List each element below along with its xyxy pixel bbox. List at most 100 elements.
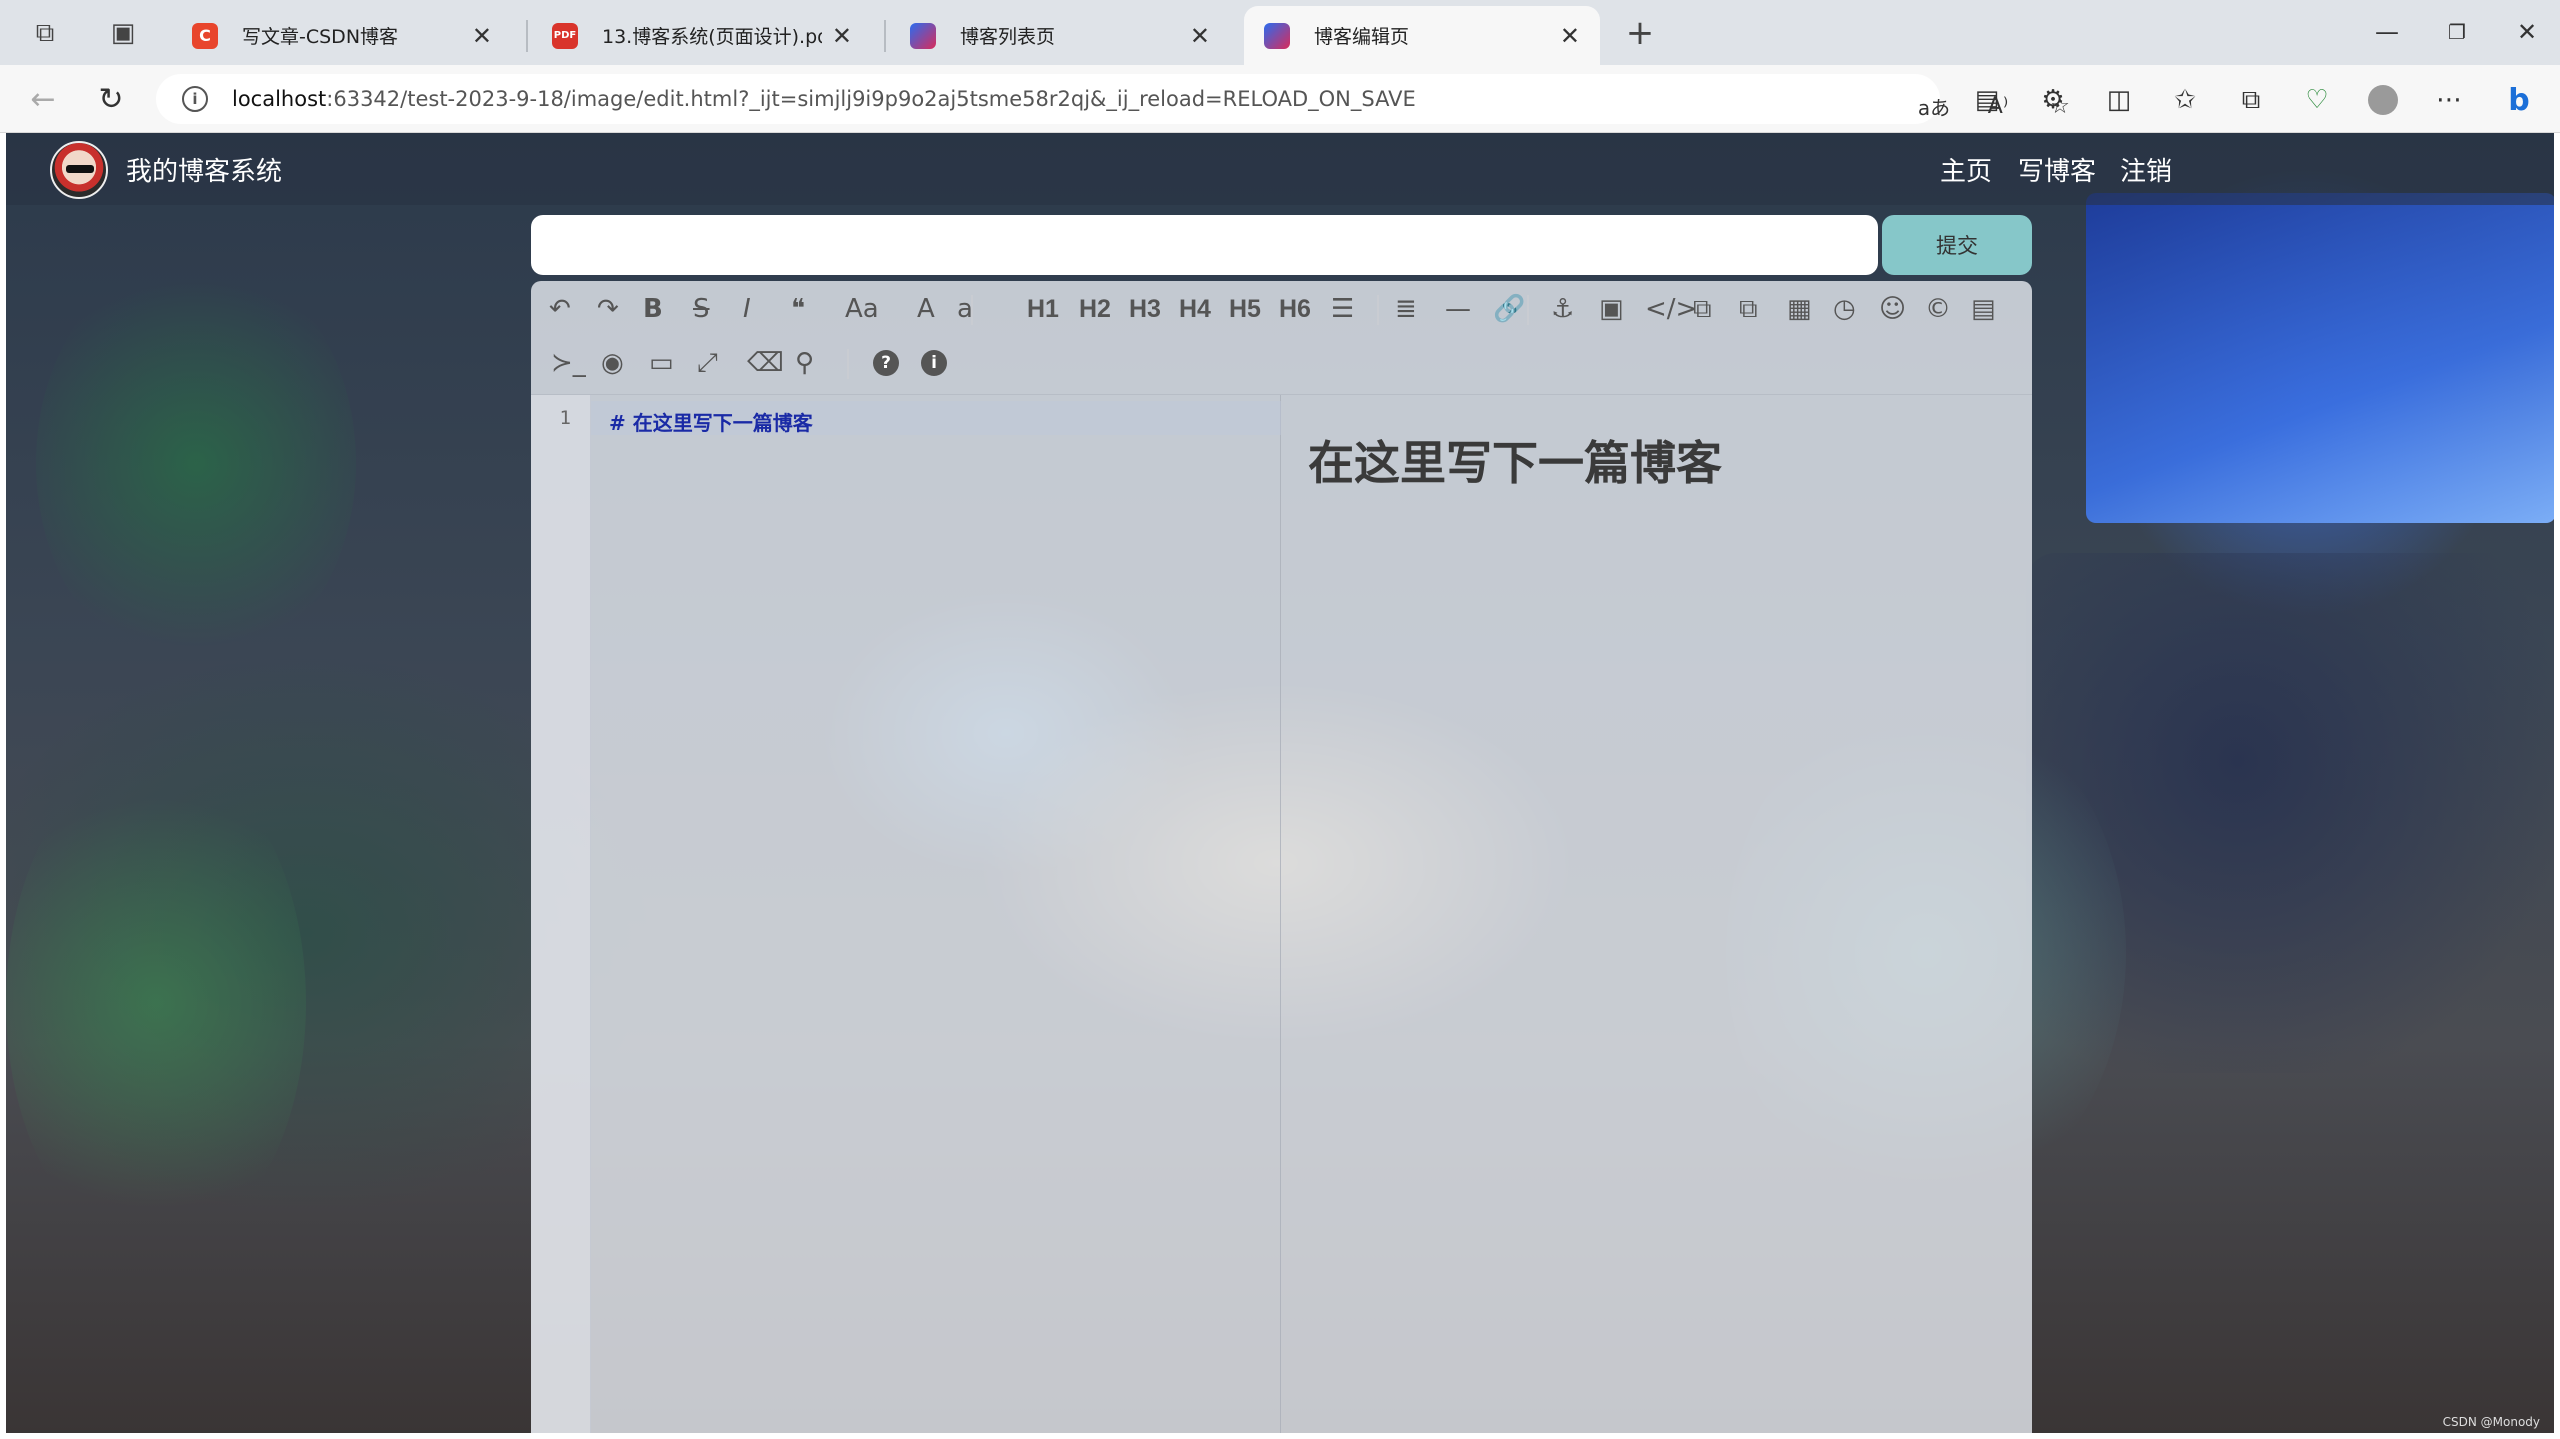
submit-button[interactable]: 提交 xyxy=(1882,215,2032,275)
tab-title: 博客编辑页 xyxy=(1314,26,1410,48)
jetbrains-icon xyxy=(1264,22,1290,49)
back-icon[interactable]: ← xyxy=(18,74,68,124)
translate-icon[interactable]: aあ xyxy=(1912,84,1956,128)
anchor-icon[interactable]: ⚓ xyxy=(1551,287,1574,331)
tab-blog-edit[interactable]: 博客编辑页 ✕ xyxy=(1244,6,1600,65)
split-screen-icon[interactable]: ◫ xyxy=(2096,77,2142,123)
toolbar-separator xyxy=(971,295,973,325)
ordered-list-icon[interactable]: ≣ xyxy=(1395,287,1417,331)
nav-link-logout[interactable]: 注销 xyxy=(2120,151,2172,188)
table-icon[interactable]: ▦ xyxy=(1787,287,1812,331)
profile-avatar-icon[interactable] xyxy=(2360,77,2406,123)
code-icon[interactable]: </> xyxy=(1645,287,1697,331)
emoji-icon[interactable]: ☺ xyxy=(1879,287,1906,331)
tab-title: 写文章-CSDN博客 xyxy=(242,26,399,48)
quote-icon[interactable]: ❝ xyxy=(791,287,805,331)
background-night-window xyxy=(2086,193,2554,523)
help-icon[interactable]: ? xyxy=(873,350,899,376)
site-title: 我的博客系统 xyxy=(126,157,283,187)
close-icon[interactable]: ✕ xyxy=(472,22,492,50)
toolbar-separator xyxy=(1527,295,1529,325)
tab-separator xyxy=(526,20,528,52)
clear-icon[interactable]: ⌫ xyxy=(747,341,784,385)
pagebreak-icon[interactable]: ▤ xyxy=(1971,287,1996,331)
bing-copilot-icon[interactable]: b xyxy=(2496,77,2542,123)
editor-code-pane[interactable]: 1 # 在这里写下一篇博客 xyxy=(531,395,1281,1433)
markdown-source-line[interactable]: # 在这里写下一篇博客 xyxy=(609,407,813,436)
tab-separator xyxy=(884,20,886,52)
browser-essentials-icon[interactable]: ♡ xyxy=(2294,77,2340,123)
browser-tab-strip: ⧉ ▣ C 写文章-CSDN博客 ✕ PDF 13.博客系统(页面设计).pdf… xyxy=(0,0,2560,65)
more-menu-icon[interactable]: ⋯ xyxy=(2426,77,2472,123)
editor-preview-pane: 在这里写下一篇博客 xyxy=(1282,395,2032,1433)
strikethrough-icon[interactable]: S xyxy=(693,287,710,331)
address-bar[interactable]: i localhost:63342/test-2023-9-18/image/e… xyxy=(156,74,2070,124)
toolbar-separator xyxy=(1377,295,1379,325)
tab-actions-icon[interactable]: ▣ xyxy=(98,8,148,58)
blog-title-input[interactable] xyxy=(531,215,1878,275)
restore-icon[interactable]: ❐ xyxy=(2422,8,2492,56)
info-icon[interactable]: i xyxy=(921,350,947,376)
preformatted-icon[interactable]: ⧉ xyxy=(1739,287,1758,331)
fullscreen-icon[interactable]: ⤢ xyxy=(697,341,718,385)
image-icon[interactable]: ▣ xyxy=(1599,287,1624,331)
watermark: CSDN @Monody xyxy=(2442,1415,2540,1429)
collections-icon[interactable]: ⧉ xyxy=(2228,77,2274,123)
goto-line-icon[interactable]: ≻_ xyxy=(551,341,586,385)
site-logo-avatar xyxy=(50,141,108,199)
redo-icon[interactable]: ↷ xyxy=(597,287,619,331)
preview-icon[interactable]: ▭ xyxy=(649,341,674,385)
minimize-icon[interactable]: — xyxy=(2352,8,2422,56)
tab-blog-list[interactable]: 博客列表页 ✕ xyxy=(890,6,1230,65)
uppercase-icon[interactable]: Aa xyxy=(845,287,879,331)
close-icon[interactable]: ✕ xyxy=(1560,22,1580,50)
heading-3[interactable]: H3 xyxy=(1129,287,1161,331)
heading-5[interactable]: H5 xyxy=(1229,287,1261,331)
tab-csdn[interactable]: C 写文章-CSDN博客 ✕ xyxy=(172,6,512,65)
search-icon[interactable]: ⚲ xyxy=(795,341,814,385)
editor-toolbar: ↶ ↷ B S I ❝ Aa Aa H1 H2 H3 H4 H5 H6 ☰ ≣ — 🔗 ⚓ ▣ </> ⧉ ⧉ ▦ ◷ ☺ © ▤ ≻_… xyxy=(531,281,2032,395)
favorites-icon[interactable]: ✩ xyxy=(2162,77,2208,123)
nav-link-write[interactable]: 写博客 xyxy=(2018,151,2096,188)
line-number-gutter: 1 xyxy=(531,395,591,1433)
heading-6[interactable]: H6 xyxy=(1279,287,1311,331)
heading-2[interactable]: H2 xyxy=(1079,287,1111,331)
nav-link-home[interactable]: 主页 xyxy=(1940,151,1992,188)
watch-icon[interactable]: ◉ xyxy=(601,341,624,385)
toolbar-separator xyxy=(847,349,849,379)
csdn-icon: C xyxy=(192,22,218,49)
close-icon[interactable]: ✕ xyxy=(832,22,852,50)
new-tab-icon[interactable]: + xyxy=(1615,8,1665,58)
heading-1[interactable]: H1 xyxy=(1027,287,1059,331)
jetbrains-icon xyxy=(910,22,936,49)
heading-4[interactable]: H4 xyxy=(1179,287,1211,331)
site-info-icon[interactable]: i xyxy=(182,86,208,112)
reading-list-icon[interactable]: ▤ xyxy=(1964,77,2010,123)
background-plant xyxy=(36,253,356,673)
close-icon[interactable]: ✕ xyxy=(1190,22,1210,50)
unordered-list-icon[interactable]: ☰ xyxy=(1331,287,1354,331)
html-entities-icon[interactable]: © xyxy=(1925,287,1951,331)
horizontal-rule-icon[interactable]: — xyxy=(1445,287,1471,331)
url-text: localhost:63342/test-2023-9-18/image/edi… xyxy=(232,87,1416,111)
italic-icon[interactable]: I xyxy=(743,287,751,331)
workspaces-icon[interactable]: ⧉ xyxy=(20,8,70,58)
pdf-icon: PDF xyxy=(552,22,578,49)
link-icon[interactable]: 🔗 xyxy=(1493,287,1525,331)
site-navbar: 我的博客系统 主页 写博客 注销 xyxy=(6,133,2554,205)
datetime-icon[interactable]: ◷ xyxy=(1833,287,1856,331)
markdown-editor: ↶ ↷ B S I ❝ Aa Aa H1 H2 H3 H4 H5 H6 ☰ ≣ — 🔗 ⚓ ▣ </> ⧉ ⧉ ▦ ◷ ☺ © ▤ ≻_… xyxy=(531,281,2032,1433)
code-block-icon[interactable]: ⧉ xyxy=(1693,287,1712,331)
window-close-icon[interactable]: ✕ xyxy=(2492,8,2560,56)
extensions-icon[interactable]: ⚙ xyxy=(2030,77,2076,123)
tab-title: 博客列表页 xyxy=(960,26,1056,48)
preview-heading: 在这里写下一篇博客 xyxy=(1308,436,1722,490)
uppercase-a-icon[interactable]: A xyxy=(917,287,935,331)
tab-pdf[interactable]: PDF 13.博客系统(页面设计).pdf ✕ xyxy=(532,6,872,65)
undo-icon[interactable]: ↶ xyxy=(549,287,571,331)
bold-icon[interactable]: B xyxy=(643,287,663,331)
refresh-icon[interactable]: ↻ xyxy=(86,74,136,124)
browser-toolbar: ← ↻ i localhost:63342/test-2023-9-18/ima… xyxy=(0,65,2560,133)
background-plant xyxy=(6,753,306,1253)
line-number: 1 xyxy=(559,407,571,429)
